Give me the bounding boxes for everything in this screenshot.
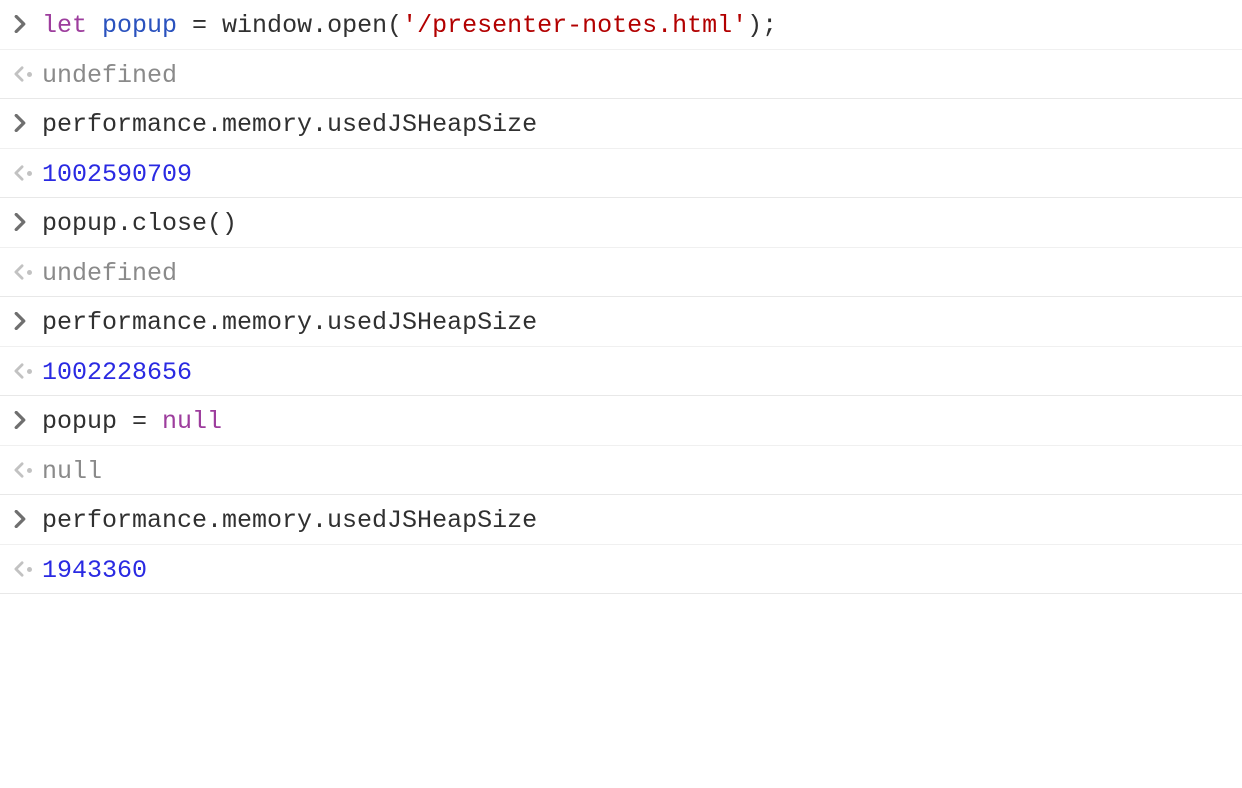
- console-output-value: null: [42, 454, 1228, 486]
- console-input-code[interactable]: popup.close(): [42, 206, 1228, 238]
- output-result-icon: [14, 157, 42, 181]
- output-result-icon: [14, 58, 42, 82]
- code-token: popup =: [42, 407, 162, 436]
- console-output-value: undefined: [42, 256, 1228, 288]
- output-result-icon: [14, 454, 42, 478]
- console-output-row: 1002228656: [0, 347, 1242, 396]
- code-token: performance.memory.usedJSHeapSize: [42, 506, 537, 535]
- console-output-row: undefined: [0, 50, 1242, 99]
- input-prompt-icon: [14, 503, 42, 536]
- console-input-row: let popup = window.open('/presenter-note…: [0, 0, 1242, 50]
- code-token: '/presenter-notes.html': [402, 11, 747, 40]
- output-result-icon: [14, 553, 42, 577]
- output-result-icon: [14, 355, 42, 379]
- console-log: let popup = window.open('/presenter-note…: [0, 0, 1242, 594]
- console-input-row: popup.close(): [0, 198, 1242, 248]
- code-token: performance.memory.usedJSHeapSize: [42, 110, 537, 139]
- console-input-code[interactable]: let popup = window.open('/presenter-note…: [42, 8, 1228, 40]
- code-token: );: [747, 11, 777, 40]
- console-input-code[interactable]: performance.memory.usedJSHeapSize: [42, 305, 1228, 337]
- input-prompt-icon: [14, 206, 42, 239]
- console-output-value: undefined: [42, 58, 1228, 90]
- code-token: 1943360: [42, 556, 147, 585]
- code-token: undefined: [42, 259, 177, 288]
- console-input-row: performance.memory.usedJSHeapSize: [0, 495, 1242, 545]
- input-prompt-icon: [14, 404, 42, 437]
- console-output-value: 1002590709: [42, 157, 1228, 189]
- code-token: popup.close(): [42, 209, 237, 238]
- console-output-value: 1002228656: [42, 355, 1228, 387]
- input-prompt-icon: [14, 107, 42, 140]
- console-input-code[interactable]: performance.memory.usedJSHeapSize: [42, 107, 1228, 139]
- console-output-row: 1943360: [0, 545, 1242, 594]
- output-result-icon: [14, 256, 42, 280]
- code-token: [87, 11, 102, 40]
- console-input-code[interactable]: performance.memory.usedJSHeapSize: [42, 503, 1228, 535]
- input-prompt-icon: [14, 305, 42, 338]
- code-token: performance.memory.usedJSHeapSize: [42, 308, 537, 337]
- console-output-row: 1002590709: [0, 149, 1242, 198]
- console-input-row: popup = null: [0, 396, 1242, 446]
- console-output-row: undefined: [0, 248, 1242, 297]
- console-input-row: performance.memory.usedJSHeapSize: [0, 297, 1242, 347]
- console-input-row: performance.memory.usedJSHeapSize: [0, 99, 1242, 149]
- code-token: let: [42, 11, 87, 40]
- console-input-code[interactable]: popup = null: [42, 404, 1228, 436]
- console-output-row: null: [0, 446, 1242, 495]
- code-token: 1002228656: [42, 358, 192, 387]
- console-output-value: 1943360: [42, 553, 1228, 585]
- code-token: popup: [102, 11, 177, 40]
- code-token: undefined: [42, 61, 177, 90]
- code-token: 1002590709: [42, 160, 192, 189]
- input-prompt-icon: [14, 8, 42, 41]
- code-token: null: [162, 407, 222, 436]
- code-token: = window.open(: [177, 11, 402, 40]
- code-token: null: [42, 457, 102, 486]
